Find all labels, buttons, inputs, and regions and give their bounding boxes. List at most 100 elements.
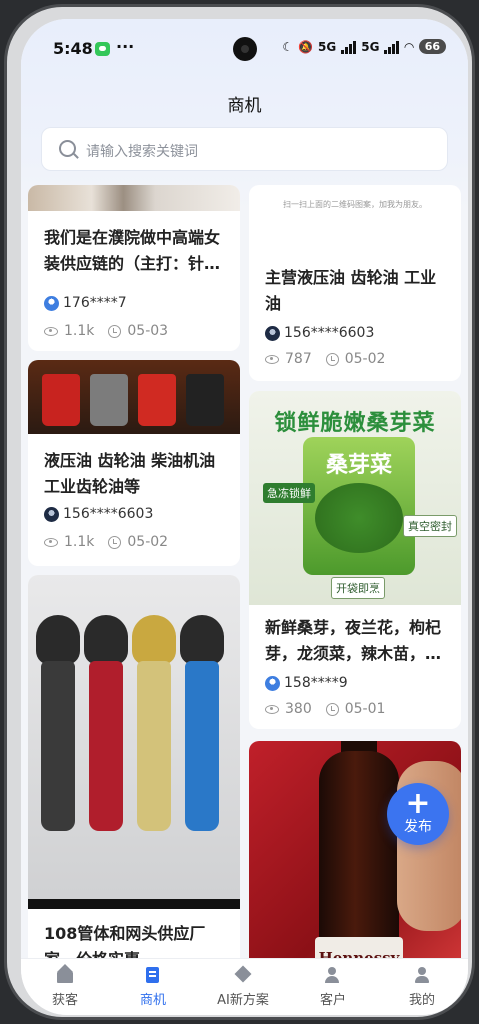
eye-icon: [265, 704, 279, 714]
mic-head: [36, 615, 80, 665]
card-title: 108管体和网头供应厂家，价格实惠: [44, 924, 206, 958]
views-count: 1.1k: [64, 534, 95, 550]
more-notifications-icon: ···: [116, 37, 135, 56]
post-date: 05-03: [127, 323, 169, 339]
network-label-1: 5G: [318, 39, 337, 54]
mic-head: [132, 615, 176, 665]
post-date: 05-01: [344, 701, 386, 717]
feature-tag: 真空密封: [403, 515, 457, 537]
feed-card[interactable]: 液压油 齿轮油 柴油机油 工业齿轮油等 156****6603 1.1k 05-…: [28, 360, 240, 566]
battery-icon: 66: [418, 39, 446, 54]
post-date: 05-02: [127, 534, 169, 550]
bottle-brand: Hennessy: [318, 949, 400, 958]
search-icon: [59, 140, 76, 157]
user-id: 158****9: [284, 675, 348, 691]
status-bar: 5:48 ··· ☾ 🔕 5G 5G ◠ 66: [21, 37, 468, 63]
image-border: [28, 899, 240, 909]
card-stats: 380 05-01: [265, 701, 385, 717]
avatar: [265, 325, 280, 341]
eye-icon: [44, 326, 58, 336]
document-icon: [144, 967, 162, 983]
feed-card[interactable]: 锁鲜脆嫩桑芽菜 桑芽菜 急冻锁鲜 真空密封 开袋即烹 新鲜桑芽，夜兰花，枸杞芽，…: [249, 391, 461, 729]
card-user: 156****6603: [44, 506, 153, 522]
user-id: 156****6603: [284, 325, 375, 341]
views-count: 380: [285, 701, 312, 717]
moon-icon: ☾: [282, 39, 294, 54]
bottom-tab-bar: 获客 商机 AI新方案 客户 我的: [21, 958, 468, 1015]
profile-icon: [413, 967, 431, 983]
mic-head: [180, 615, 224, 665]
publish-label: 发布: [404, 819, 432, 835]
search-input[interactable]: 请输入搜索关键词: [41, 127, 448, 171]
bucket-graphic: [186, 374, 224, 426]
mic-body: [185, 661, 219, 831]
user-id: 156****6603: [63, 506, 154, 522]
feature-tag: 急冻锁鲜: [263, 483, 315, 503]
card-user: 158****9: [265, 675, 348, 691]
tab-acquire[interactable]: 获客: [21, 959, 109, 1015]
clock-icon: [325, 702, 339, 716]
card-image: [28, 360, 240, 434]
tab-label: 客户: [319, 993, 346, 1008]
card-image: Hennessy: [249, 741, 461, 958]
tab-ai-solution[interactable]: AI新方案: [199, 959, 287, 1015]
status-icons: ☾ 🔕 5G 5G ◠ 66: [282, 39, 446, 54]
card-image: [28, 575, 240, 909]
card-image: [28, 185, 240, 211]
mic-body: [41, 661, 75, 831]
tab-label: 获客: [51, 993, 78, 1008]
post-date: 05-02: [344, 351, 386, 367]
front-camera: [233, 37, 257, 61]
bag-label: 桑芽菜: [325, 453, 392, 478]
plus-icon: +: [405, 786, 431, 821]
bottle: [319, 751, 399, 958]
clock-icon: [108, 535, 122, 549]
card-image: 锁鲜脆嫩桑芽菜 桑芽菜 急冻锁鲜 真空密封 开袋即烹: [249, 391, 461, 605]
publish-button[interactable]: + 发布: [387, 783, 449, 845]
users-icon: [324, 967, 342, 983]
bag-contents: [315, 483, 403, 553]
feed-card[interactable]: 扫一扫上面的二维码图案，加我为朋友。 主营液压油 齿轮油 工业油 156****…: [249, 185, 461, 381]
avatar: [265, 675, 280, 691]
views-count: 1.1k: [64, 323, 95, 339]
search-placeholder: 请输入搜索关键词: [86, 144, 198, 160]
card-user: 156****6603: [265, 325, 374, 341]
home-icon: [56, 964, 74, 983]
card-user: 176****7: [44, 295, 127, 311]
tab-mine[interactable]: 我的: [378, 959, 466, 1015]
business-feed[interactable]: 我们是在濮院做中高端女装供应链的（主打：针… 176****7 1.1k 05-…: [21, 185, 468, 958]
card-stats: 1.1k 05-02: [44, 534, 168, 550]
bucket-graphic: [42, 374, 80, 426]
signal-icon: [341, 40, 357, 54]
avatar: [44, 295, 59, 311]
diamond-icon: [234, 967, 252, 983]
card-title: 我们是在濮院做中高端女装供应链的（主打：针…: [44, 228, 221, 273]
card-title: 液压油 齿轮油 柴油机油 工业齿轮油等: [44, 451, 216, 496]
tab-opportunities[interactable]: 商机: [109, 959, 197, 1015]
phone-frame: 5:48 ··· ☾ 🔕 5G 5G ◠ 66 商机 请输入搜索关键词 我们是在…: [4, 4, 475, 1020]
wifi-icon: ◠: [404, 39, 414, 54]
clock-icon: [108, 324, 122, 338]
avatar: [44, 506, 59, 522]
feed-card[interactable]: Hennessy: [249, 741, 461, 958]
image-title: 锁鲜脆嫩桑芽菜: [274, 411, 436, 436]
eye-icon: [44, 537, 58, 547]
page-title: 商机: [227, 96, 262, 116]
card-stats: 1.1k 05-03: [44, 323, 168, 339]
tab-customers[interactable]: 客户: [289, 959, 377, 1015]
qr-hint: 扫一扫上面的二维码图案，加我为朋友。: [283, 200, 427, 209]
card-title: 主营液压油 齿轮油 工业油: [265, 268, 437, 313]
signal-icon-2: [384, 40, 400, 54]
tab-label: 我的: [408, 993, 435, 1008]
bucket-graphic: [90, 374, 128, 426]
network-label-2: 5G: [361, 39, 380, 54]
feed-card[interactable]: 我们是在濮院做中高端女装供应链的（主打：针… 176****7 1.1k 05-…: [28, 185, 240, 351]
screen: 5:48 ··· ☾ 🔕 5G 5G ◠ 66 商机 请输入搜索关键词 我们是在…: [21, 19, 468, 1015]
feature-tag: 开袋即烹: [331, 577, 385, 599]
bucket-graphic: [138, 374, 176, 426]
card-stats: 787 05-02: [265, 351, 385, 367]
views-count: 787: [285, 351, 312, 367]
feed-card[interactable]: 108管体和网头供应厂家，价格实惠: [28, 575, 240, 958]
mic-head: [84, 615, 128, 665]
wechat-notification-icon: [95, 42, 110, 56]
